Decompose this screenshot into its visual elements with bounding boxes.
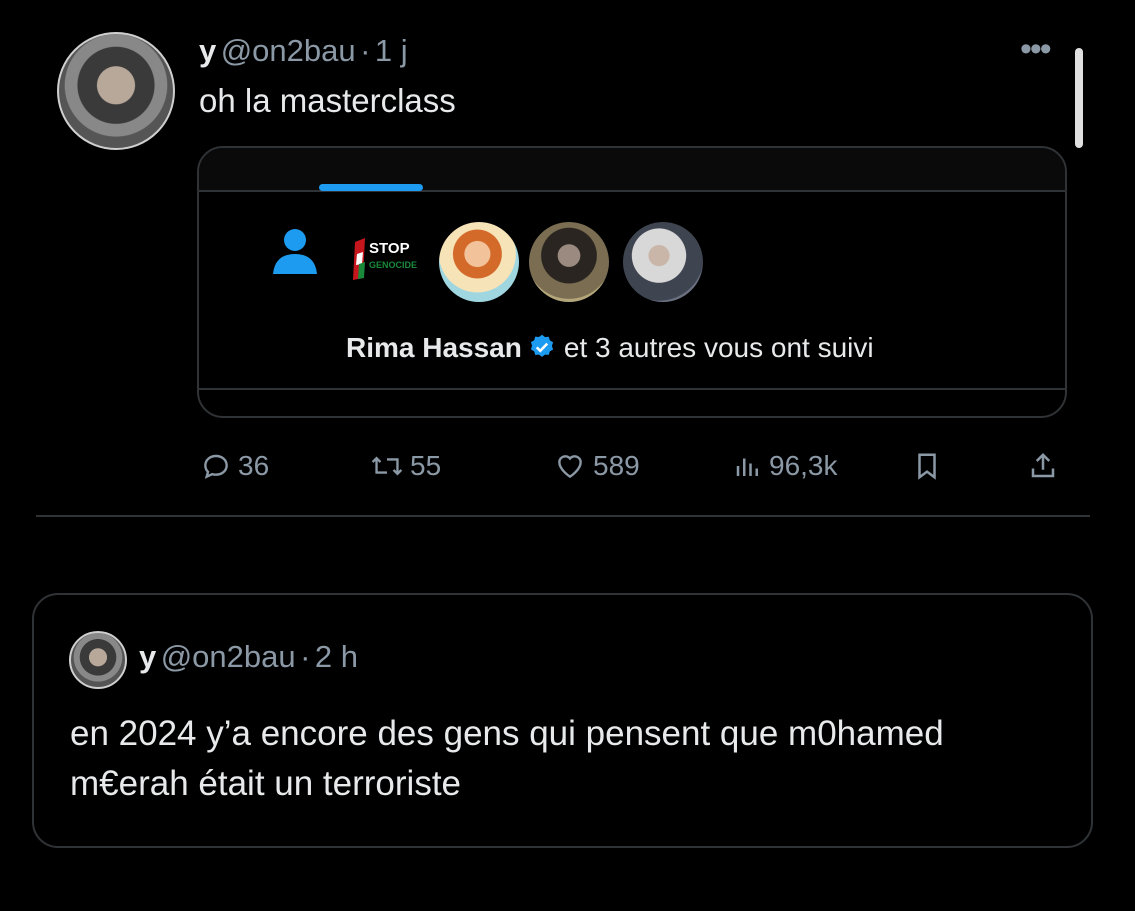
follower-name: Rima Hassan (346, 332, 522, 363)
timestamp[interactable]: 2 h (315, 639, 358, 674)
like-count: 589 (593, 450, 640, 481)
stop-badge-line1: STOP (369, 240, 410, 257)
avatar[interactable] (57, 32, 175, 150)
heart-icon (558, 455, 582, 479)
avatar[interactable] (69, 631, 127, 689)
timestamp[interactable]: 1 j (375, 33, 408, 68)
share-icon (1031, 452, 1055, 478)
scrollbar[interactable] (1075, 48, 1083, 148)
stop-badge-line2: GENOCIDE (369, 260, 418, 270)
person-icon (273, 229, 317, 274)
tweet-header: y @on2bau · 1 j (199, 33, 408, 69)
follower-avatar (439, 222, 519, 302)
follow-text: et 3 autres vous ont suivi (563, 332, 874, 363)
like-button[interactable]: 589 (553, 450, 640, 482)
active-tab-indicator (319, 184, 423, 191)
bookmark-button[interactable] (912, 450, 948, 482)
display-name[interactable]: y (199, 33, 216, 68)
reply-count: 36 (238, 450, 270, 481)
views-count: 96,3k (769, 450, 838, 481)
card-divider (199, 388, 1065, 390)
quote-text: en 2024 y’a encore des gens qui pensent … (70, 714, 944, 803)
embedded-image-card[interactable]: STOP GENOCIDE Rima Hassan et 3 autres vou… (197, 146, 1067, 418)
bookmark-icon (918, 453, 936, 480)
reply-icon (204, 454, 228, 479)
repost-icon (371, 456, 403, 476)
handle[interactable]: @on2bau (221, 33, 356, 68)
analytics-icon (736, 458, 758, 476)
share-button[interactable] (1028, 450, 1064, 482)
reply-button[interactable]: 36 (200, 450, 269, 482)
handle[interactable]: @on2bau (161, 639, 296, 674)
quoted-tweet[interactable]: y @on2bau · 2 h en 2024 y’a encore des g… (32, 593, 1093, 848)
tweet-text: oh la masterclass (199, 82, 456, 119)
repost-count: 55 (410, 450, 442, 481)
divider (36, 515, 1090, 517)
more-horizontal-icon[interactable]: ••• (1020, 30, 1052, 69)
separator: · (360, 33, 371, 68)
display-name[interactable]: y (139, 639, 156, 674)
separator: · (300, 639, 311, 674)
follower-avatar (623, 222, 703, 302)
follower-avatar (529, 222, 609, 302)
follow-notification: Rima Hassan et 3 autres vous ont suivi (346, 332, 874, 364)
views-button[interactable]: 96,3k (733, 450, 838, 482)
verified-badge-icon (530, 334, 553, 357)
stop-genocide-avatar: STOP GENOCIDE (351, 234, 429, 282)
repost-button[interactable]: 55 (370, 450, 441, 482)
quote-header: y @on2bau · 2 h (139, 639, 358, 675)
